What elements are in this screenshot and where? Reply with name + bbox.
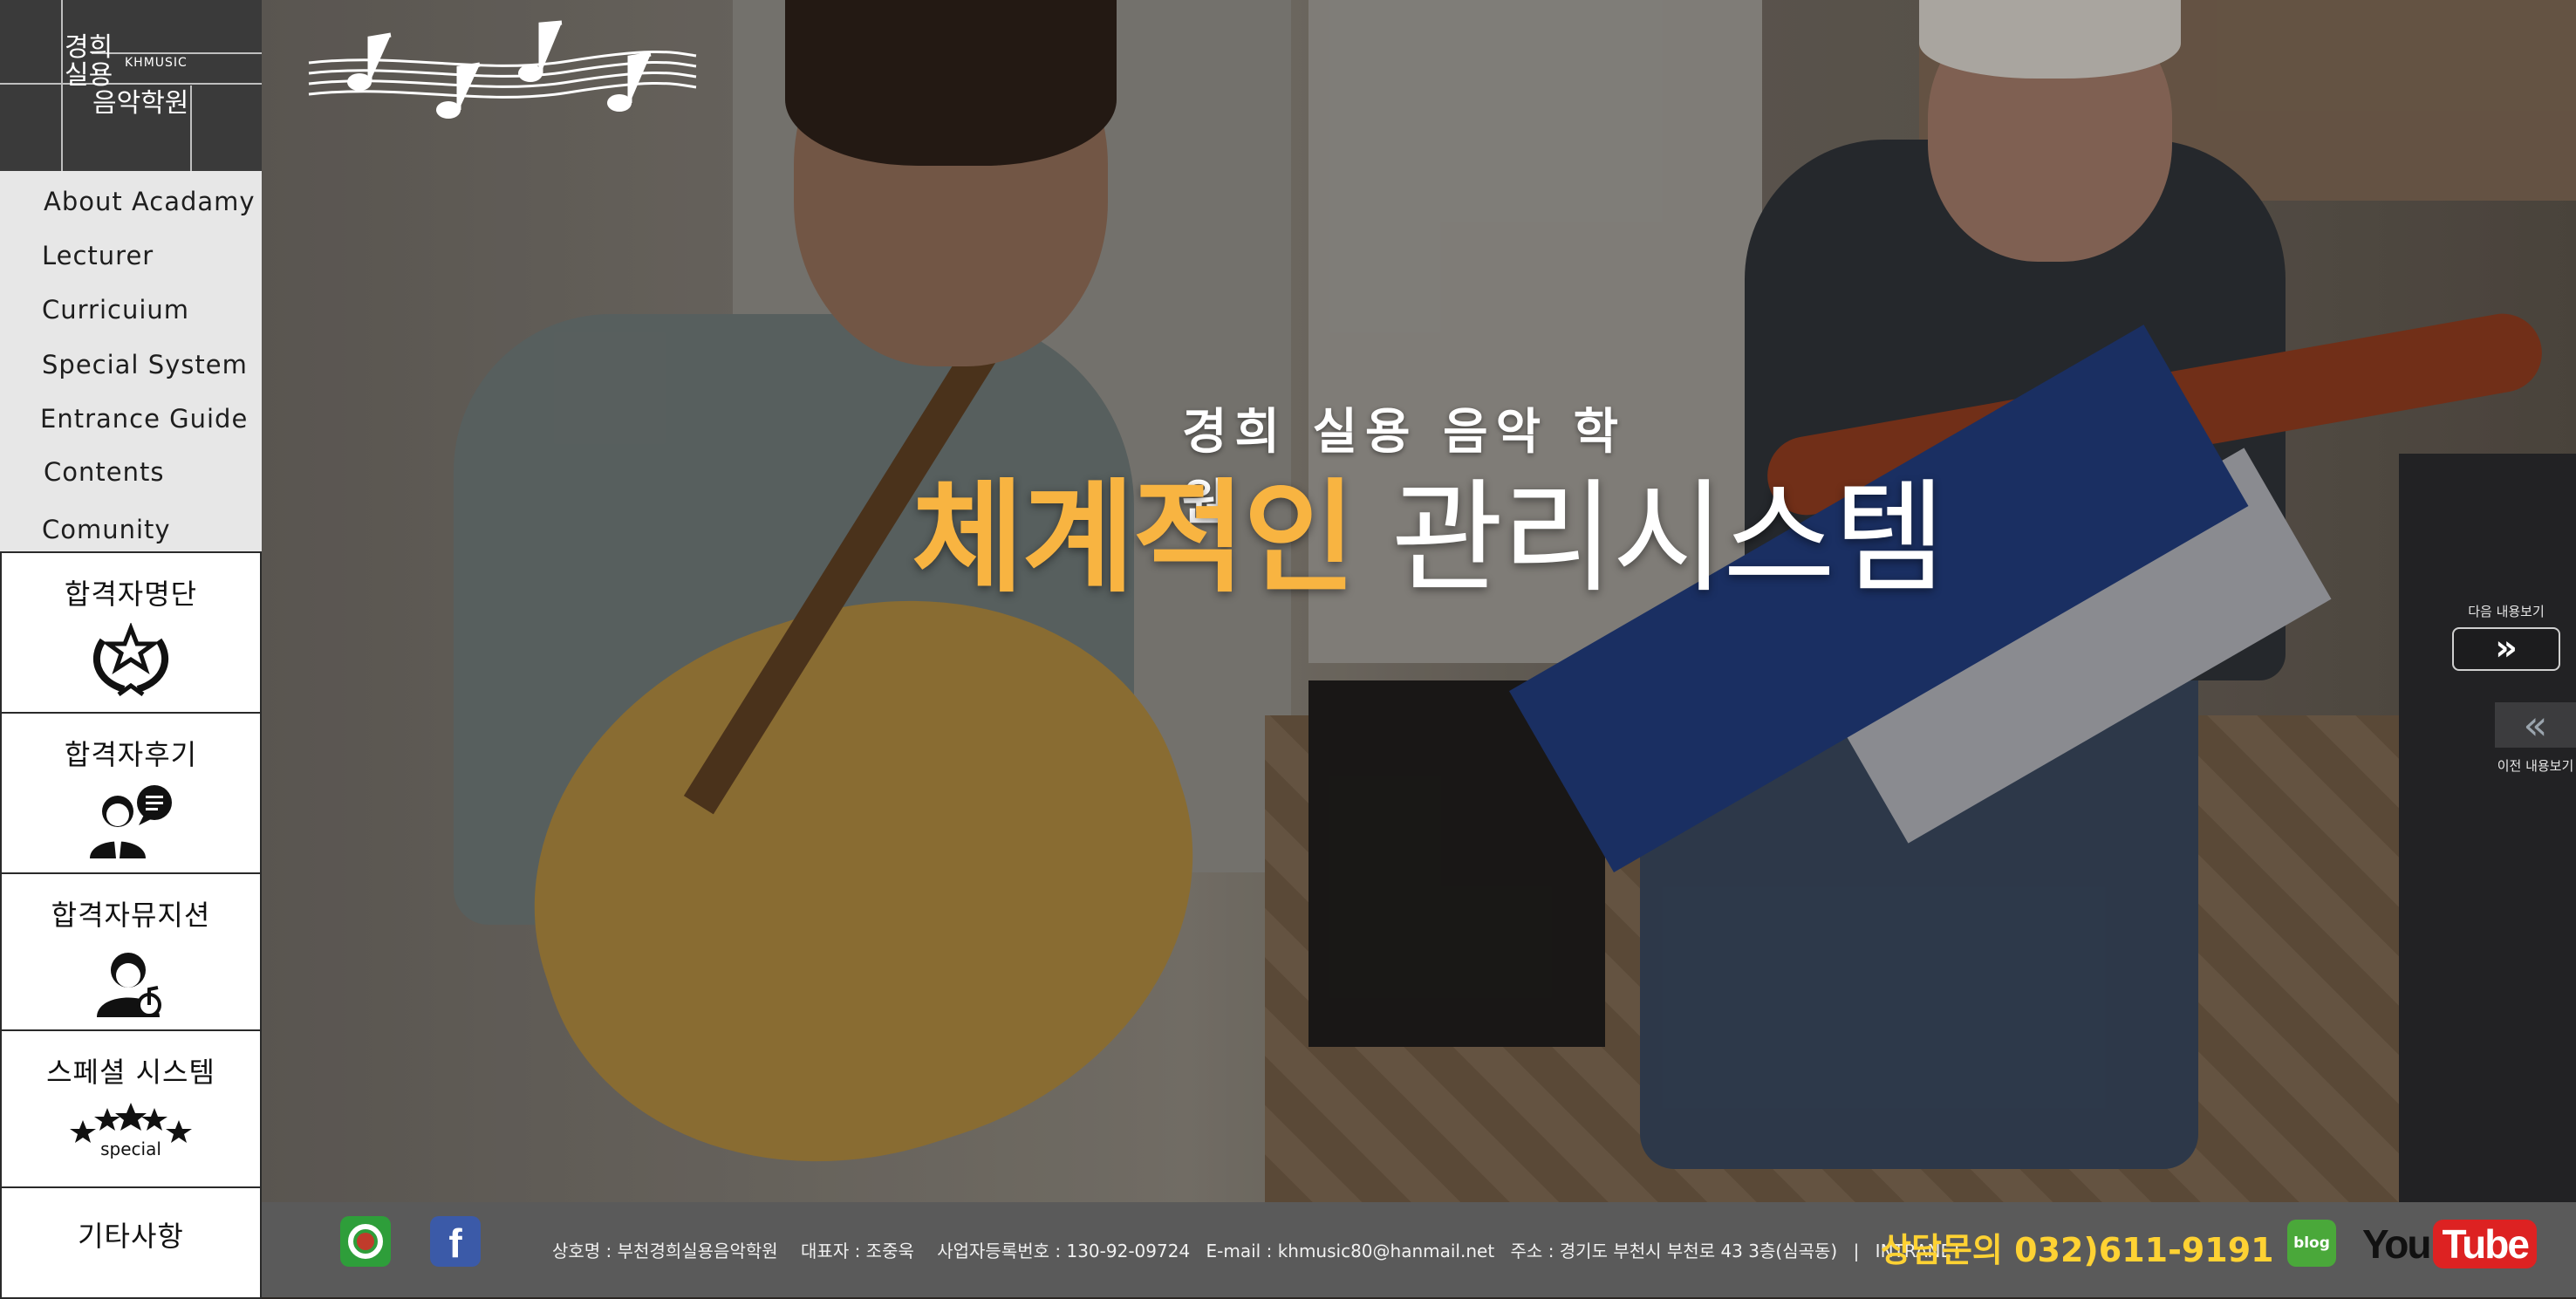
menu-item-curriculum[interactable]: Curricuium [42, 295, 189, 325]
academy-logo[interactable]: 경희 실용 음악학원 KHMUSIC [0, 0, 262, 171]
footer-address: 주소 : 경기도 부천시 부천로 43 3층(심곡동) [1510, 1241, 1838, 1261]
next-slide-control[interactable]: 다음 내용보기 » [2450, 602, 2563, 671]
quick-link-label: 스페셜 시스템 [46, 1056, 215, 1089]
hero-headline: 체계적인 관리시스템 [912, 478, 1946, 600]
sidebar: 경희 실용 음악학원 KHMUSIC About Acadamy Lecture… [0, 0, 262, 1299]
youtube-icon[interactable]: You Tube [2362, 1220, 2537, 1268]
quick-link-musicians[interactable]: 합격자뮤지션 [0, 872, 262, 1031]
youtube-tube-text: Tube [2433, 1220, 2537, 1268]
footer-separator: | [1853, 1241, 1860, 1261]
menu-item-lecturer[interactable]: Lecturer [42, 241, 154, 270]
quick-links: 합격자명단 합격자후기 합격자뮤지션 스페셜 시스템 special 기타사항 [0, 551, 262, 1299]
main-menu: About Acadamy Lecturer Curricuium Specia… [0, 171, 262, 551]
quick-link-passers-list[interactable]: 합격자명단 [0, 551, 262, 714]
quick-link-etc[interactable]: 기타사항 [0, 1186, 262, 1299]
musician-icon [97, 953, 161, 1017]
logo-english: KHMUSIC [125, 56, 188, 70]
prev-slide-button[interactable]: « [2495, 702, 2576, 748]
home-refresh-icon[interactable] [340, 1216, 391, 1267]
blog-icon[interactable]: blog [2287, 1220, 2336, 1267]
headline-main: 관리시스템 [1390, 468, 1946, 610]
menu-item-entrance-guide[interactable]: Entrance Guide [40, 404, 248, 434]
prev-slide-label: 이전 내용보기 [2497, 758, 2574, 774]
footer-ceo: 대표자 : 조중욱 [801, 1241, 914, 1261]
logo-text-line3: 음악학원 [92, 88, 189, 119]
menu-item-special-system[interactable]: Special System [42, 350, 248, 379]
quick-link-label: 합격자후기 [64, 738, 198, 771]
footer: f 상호명 : 부천경희실용음악학원 대표자 : 조중욱 사업자등록번호 : 1… [262, 1202, 2576, 1297]
special-stars-icon: special [70, 1103, 192, 1159]
special-badge-text: special [100, 1138, 161, 1159]
menu-item-about[interactable]: About Acadamy [44, 187, 256, 216]
quick-link-special-system[interactable]: 스페셜 시스템 special [0, 1029, 262, 1188]
youtube-you-text: You [2362, 1221, 2431, 1267]
quick-link-label: 기타사항 [78, 1220, 184, 1253]
logo-text-line1: 경희 [65, 32, 113, 63]
next-slide-button[interactable]: » [2452, 627, 2560, 671]
menu-item-community[interactable]: Comunity [42, 515, 171, 544]
headline-accent: 체계적인 [912, 468, 1356, 610]
footer-company-name: 상호명 : 부천경희실용음악학원 [552, 1241, 778, 1261]
quick-link-reviews[interactable]: 합격자후기 [0, 712, 262, 874]
menu-item-contents[interactable]: Contents [44, 457, 164, 487]
footer-business-number: 사업자등록번호 : 130-92-09724 [937, 1241, 1191, 1261]
people-chat-icon [90, 785, 172, 858]
footer-email: E-mail : khmusic80@hanmail.net [1206, 1241, 1495, 1261]
next-slide-label: 다음 내용보기 [2468, 604, 2545, 619]
consultation-phone: 상담문의 032)611-9191 [1881, 1231, 2274, 1269]
logo-text-line2: 실용 [65, 60, 113, 91]
facebook-icon[interactable]: f [430, 1216, 481, 1267]
quick-link-label: 합격자명단 [64, 578, 198, 611]
quick-link-label: 합격자뮤지션 [51, 899, 211, 932]
music-notes-icon [308, 20, 697, 119]
footer-company-info: 상호명 : 부천경희실용음악학원 대표자 : 조중욱 사업자등록번호 : 130… [552, 1237, 1962, 1262]
prev-slide-control[interactable]: « 이전 내용보기 [2495, 702, 2576, 775]
laurel-star-icon [92, 623, 169, 696]
